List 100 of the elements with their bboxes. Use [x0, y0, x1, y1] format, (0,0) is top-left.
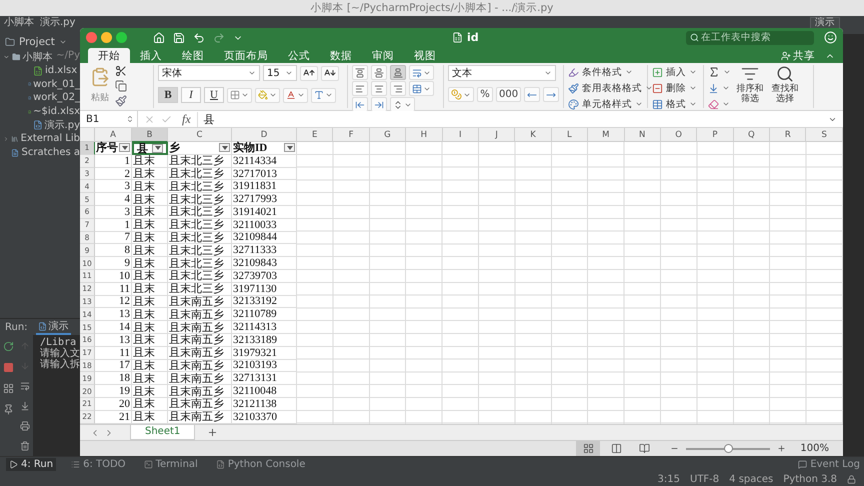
formula-value[interactable]: 县 [198, 112, 215, 126]
align-left-button[interactable] [352, 81, 368, 96]
align-center-button[interactable] [371, 81, 387, 96]
smiley-icon[interactable] [824, 31, 837, 44]
status-item[interactable]: 4 spaces [729, 474, 774, 484]
styles-menu-button[interactable]: 条件格式 [568, 65, 653, 79]
italic-button[interactable]: I [181, 87, 201, 103]
column-header[interactable]: S [806, 128, 843, 142]
column-header[interactable]: G [370, 128, 406, 142]
number-style-button[interactable]: 000 [496, 87, 522, 102]
column-header[interactable]: F [333, 128, 370, 142]
print-icon[interactable] [20, 421, 30, 431]
borders-button[interactable] [227, 88, 252, 102]
minimize-button[interactable] [101, 32, 112, 43]
ribbon-tab[interactable]: 页面布局 [214, 48, 278, 63]
home-icon[interactable] [153, 32, 165, 44]
styles-menu-button[interactable]: 套用表格格式 [568, 81, 653, 95]
column-header[interactable]: C [168, 128, 232, 142]
shrink-font-button[interactable] [321, 66, 339, 80]
fill-button[interactable] [708, 81, 731, 95]
save-icon[interactable] [173, 32, 185, 44]
scroll-to-end-icon[interactable] [20, 401, 30, 411]
function-label[interactable]: fx [178, 112, 198, 126]
undo-icon[interactable] [193, 32, 205, 44]
column-header[interactable]: J [478, 128, 516, 142]
soft-wrap-icon[interactable] [20, 381, 30, 391]
tree-item[interactable]: 小脚本 ~/Py [22, 50, 80, 64]
tool-window-tab[interactable]: 4: Run [6, 458, 56, 471]
filter-button[interactable] [119, 143, 130, 152]
sort-filter-button[interactable]: 排序和筛选 [734, 65, 766, 104]
project-view-dropdown[interactable]: Project [0, 34, 72, 50]
decrease-indent-button[interactable] [352, 97, 368, 112]
cells-menu-button[interactable]: 插入 [652, 65, 697, 79]
trash-icon[interactable] [20, 441, 30, 451]
add-sheet-icon[interactable] [207, 427, 218, 438]
tree-item[interactable]: id.xlsx [45, 65, 78, 76]
phonetic-button[interactable] [311, 88, 336, 102]
column-header[interactable]: I [442, 128, 479, 142]
run-config-dropdown[interactable]: 演示 [810, 17, 840, 28]
pin-icon[interactable] [2, 404, 14, 415]
tree-item[interactable]: work_02_ [33, 92, 80, 104]
underline-button[interactable]: U [204, 87, 224, 103]
styles-menu-button[interactable]: 单元格样式 [568, 97, 653, 111]
event-log-button[interactable]: Event Log [798, 458, 860, 471]
number-style-button[interactable]: % [477, 87, 493, 102]
align-right-button[interactable] [390, 81, 406, 96]
rerun-icon[interactable] [2, 341, 14, 352]
tool-window-tab[interactable]: 6: TODO [68, 458, 129, 471]
status-item[interactable]: 3:15 [658, 474, 680, 484]
ribbon-tab[interactable]: 公式 [278, 48, 320, 63]
tree-item[interactable]: 演示.py [44, 118, 80, 132]
merge-button[interactable] [409, 81, 434, 96]
column-header[interactable]: K [515, 128, 552, 142]
column-header[interactable]: H [406, 128, 443, 142]
search-field[interactable]: 在工作表中搜索 [686, 30, 814, 44]
grow-font-button[interactable] [300, 66, 318, 80]
bold-button[interactable]: B [158, 87, 178, 103]
ribbon-tab[interactable]: 审阅 [362, 48, 404, 63]
lock-icon[interactable] [847, 474, 856, 484]
orientation-button[interactable] [390, 97, 415, 112]
clear-button[interactable] [708, 97, 731, 111]
share-button[interactable]: 共享 [775, 48, 821, 63]
ribbon-tab[interactable]: 绘图 [172, 48, 214, 63]
column-header[interactable]: O [660, 128, 698, 142]
tool-window-tab[interactable]: Terminal [140, 458, 201, 471]
sheet-tab[interactable]: Sheet1 [130, 424, 196, 440]
decrease-decimal-button[interactable] [543, 87, 560, 102]
filter-button[interactable] [219, 143, 230, 152]
find-select-button[interactable]: 查找和选择 [769, 65, 801, 104]
font-color-button[interactable] [283, 88, 308, 102]
column-header[interactable]: N [624, 128, 661, 142]
column-header[interactable]: D [232, 128, 297, 142]
column-header[interactable]: Q [734, 128, 770, 142]
filter-button[interactable] [152, 144, 163, 153]
zoom-slider-thumb[interactable] [724, 444, 734, 452]
status-item[interactable]: Python 3.8 [783, 474, 837, 484]
zoom-in-icon[interactable] [777, 444, 786, 453]
cells-menu-button[interactable]: 格式 [652, 97, 697, 111]
column-header[interactable]: M [588, 128, 625, 142]
column-header[interactable]: P [697, 128, 734, 142]
stop-icon[interactable] [2, 362, 14, 373]
tree-item[interactable]: External Lib [20, 133, 80, 144]
column-header[interactable]: R [770, 128, 806, 142]
column-header[interactable]: L [552, 128, 588, 142]
autosum-button[interactable] [708, 65, 731, 79]
ribbon-tab[interactable]: 视图 [404, 48, 446, 63]
ribbon-tab[interactable]: 数据 [320, 48, 362, 63]
number-format-dropdown[interactable]: 文本 [448, 65, 556, 81]
align-middle-button[interactable] [371, 65, 387, 80]
view-button[interactable] [576, 441, 600, 456]
tree-item[interactable]: Scratches a [21, 147, 80, 158]
increase-decimal-button[interactable] [524, 87, 540, 102]
column-header[interactable]: B [132, 128, 168, 142]
cut-icon[interactable] [115, 65, 127, 77]
filter-button[interactable] [284, 143, 295, 152]
ribbon-tab[interactable]: 开始 [88, 48, 130, 63]
format-painter-icon[interactable] [115, 95, 127, 107]
align-bottom-button[interactable] [390, 65, 406, 80]
fill-color-button[interactable] [255, 88, 280, 102]
font-name-dropdown[interactable]: 宋体 [158, 65, 260, 81]
